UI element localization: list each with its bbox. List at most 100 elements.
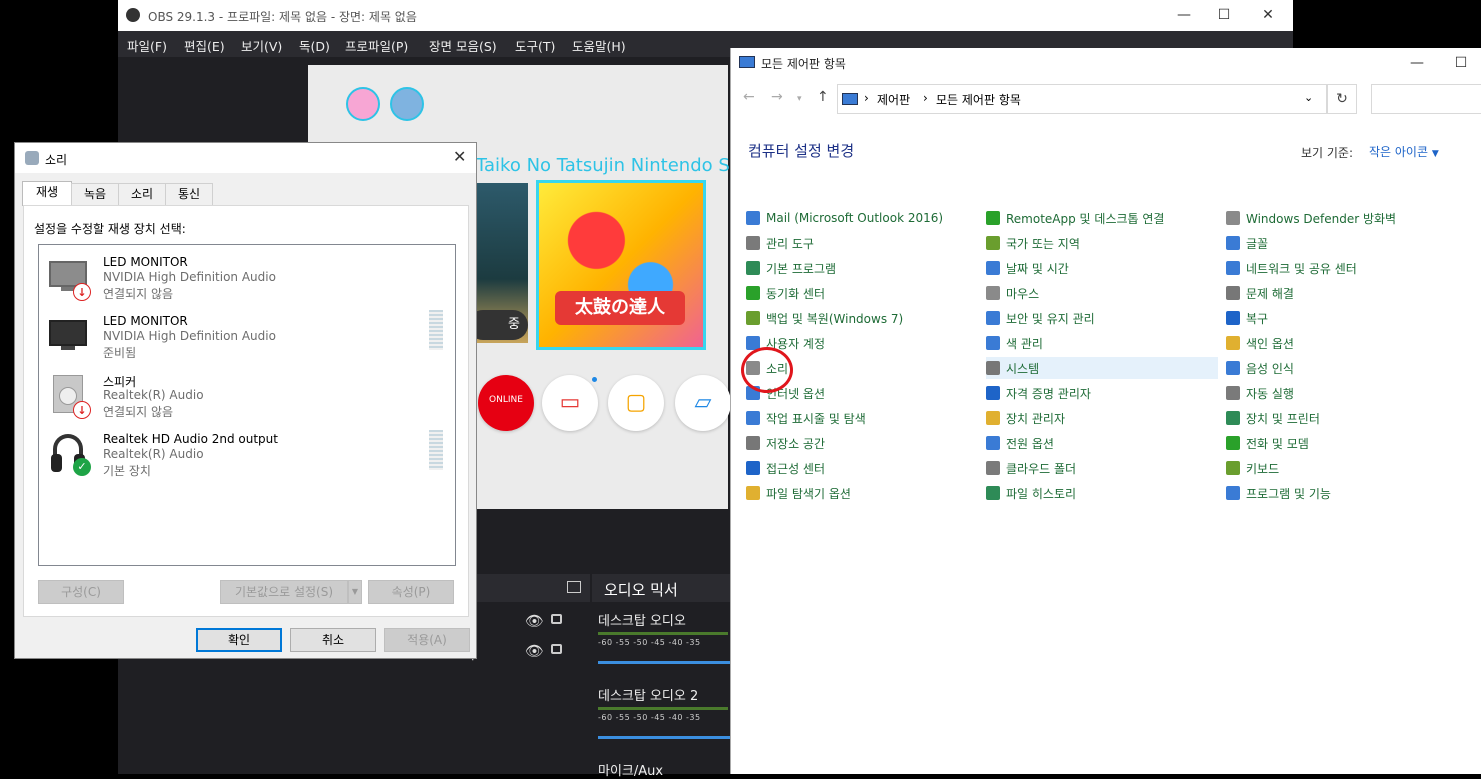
menu-tools[interactable]: 도구(T) xyxy=(515,36,555,55)
cp-item[interactable]: 글꼴 xyxy=(1226,232,1268,254)
maximize-icon[interactable]: ☐ xyxy=(1451,54,1471,72)
forward-arrow-icon[interactable]: → xyxy=(771,89,783,105)
cp-item[interactable]: Windows Defender 방화벽 xyxy=(1226,207,1396,229)
lock-icon[interactable] xyxy=(551,644,562,654)
cp-item[interactable]: 음성 인식 xyxy=(1226,357,1294,379)
cancel-button[interactable]: 취소 xyxy=(290,628,376,652)
configure-button[interactable]: 구성(C) xyxy=(38,580,124,604)
cp-item-icon xyxy=(1226,361,1240,375)
cp-item[interactable]: RemoteApp 및 데스크톱 연결 xyxy=(986,207,1164,229)
device-name: Realtek HD Audio 2nd output xyxy=(103,432,278,446)
cp-item-icon xyxy=(986,486,1000,500)
visibility-eye-icon[interactable]: 👁 xyxy=(525,642,544,660)
undock-icon[interactable] xyxy=(567,581,581,593)
visibility-eye-icon[interactable]: 👁 xyxy=(525,612,544,630)
menu-dock[interactable]: 독(D) xyxy=(299,36,330,55)
tab-communications[interactable]: 통신 xyxy=(165,183,213,205)
cp-item-label: 저장소 공간 xyxy=(766,436,826,451)
chevron-down-icon[interactable]: ▼ xyxy=(348,580,362,604)
cp-item-icon xyxy=(986,236,1000,250)
cp-item[interactable]: 색인 옵션 xyxy=(1226,332,1294,354)
cp-item-icon xyxy=(1226,411,1240,425)
address-bar[interactable]: › 제어판 › 모든 제어판 항목 ⌄ xyxy=(837,84,1327,114)
maximize-icon[interactable]: ☐ xyxy=(1214,6,1234,24)
cp-item[interactable]: 저장소 공간 xyxy=(746,432,825,454)
cp-item[interactable]: 네트워크 및 공유 센터 xyxy=(1226,257,1357,279)
cp-item[interactable]: 장치 관리자 xyxy=(986,407,1065,429)
cp-item[interactable]: 보안 및 유지 관리 xyxy=(986,307,1095,329)
cp-item[interactable]: 시스템 xyxy=(986,357,1218,379)
refresh-icon[interactable]: ↻ xyxy=(1327,84,1357,114)
cp-item-icon xyxy=(746,286,760,300)
menu-file[interactable]: 파일(F) xyxy=(127,36,167,55)
cp-item[interactable]: 색 관리 xyxy=(986,332,1043,354)
cp-item-icon xyxy=(986,386,1000,400)
ok-button[interactable]: 확인 xyxy=(196,628,282,652)
cp-item[interactable]: Mail (Microsoft Outlook 2016) xyxy=(746,207,943,229)
cp-item[interactable]: 전화 및 모뎀 xyxy=(1226,432,1309,454)
apply-button[interactable]: 적용(A) xyxy=(384,628,470,652)
close-icon[interactable]: ✕ xyxy=(453,147,466,166)
device-list[interactable]: ↓ LED MONITOR NVIDIA High Definition Aud… xyxy=(38,244,456,566)
breadcrumb-all-items[interactable]: 모든 제어판 항목 xyxy=(936,91,1021,108)
search-input[interactable] xyxy=(1371,84,1481,114)
volume-slider[interactable] xyxy=(598,736,730,739)
cp-item[interactable]: 날짜 및 시간 xyxy=(986,257,1069,279)
cp-item-label: 네트워크 및 공유 센터 xyxy=(1246,261,1357,276)
breadcrumb-control-panel[interactable]: 제어판 xyxy=(877,91,910,108)
cp-item[interactable]: 기본 프로그램 xyxy=(746,257,836,279)
page-title: 컴퓨터 설정 변경 xyxy=(748,142,855,160)
back-arrow-icon[interactable]: ← xyxy=(743,89,755,105)
menu-profile[interactable]: 프로파일(P) xyxy=(345,36,408,55)
cp-item[interactable]: 프로그램 및 기능 xyxy=(1226,482,1331,504)
cp-window-title: 모든 제어판 항목 xyxy=(761,57,846,71)
cp-item-icon xyxy=(1226,486,1240,500)
tab-sounds[interactable]: 소리 xyxy=(118,183,166,205)
cp-item[interactable]: 문제 해결 xyxy=(1226,282,1294,304)
view-by-dropdown[interactable]: 작은 아이콘 ▼ xyxy=(1369,143,1439,160)
sound-dialog: 소리 ✕ 재생 녹음 소리 통신 설정을 수정할 재생 장치 선택: ↓ LED… xyxy=(14,142,477,659)
cp-item[interactable]: 자동 실행 xyxy=(1226,382,1294,404)
menu-edit[interactable]: 편집(E) xyxy=(184,36,225,55)
cp-item[interactable]: 키보드 xyxy=(1226,457,1279,479)
level-meter xyxy=(429,310,443,350)
minimize-icon[interactable]: — xyxy=(1174,6,1194,24)
cp-item[interactable]: 자격 증명 관리자 xyxy=(986,382,1091,404)
cp-item[interactable]: 파일 탐색기 옵션 xyxy=(746,482,851,504)
cp-item[interactable]: 국가 또는 지역 xyxy=(986,232,1080,254)
chevron-down-icon[interactable]: ⌄ xyxy=(1304,91,1313,104)
menu-scene-collection[interactable]: 장면 모음(S) xyxy=(429,36,497,55)
cp-item-icon xyxy=(1226,311,1240,325)
cp-item[interactable]: 작업 표시줄 및 탐색 xyxy=(746,407,866,429)
cp-item[interactable]: 클라우드 폴더 xyxy=(986,457,1076,479)
cp-item[interactable]: 복구 xyxy=(1226,307,1268,329)
cp-item[interactable]: 동기화 센터 xyxy=(746,282,825,304)
menu-view[interactable]: 보기(V) xyxy=(241,36,282,55)
device-item[interactable]: ↓ 스피커 Realtek(R) Audio 연결되지 않음 xyxy=(39,365,455,423)
device-item[interactable]: ✓ Realtek HD Audio 2nd output Realtek(R)… xyxy=(39,424,455,482)
volume-slider[interactable] xyxy=(598,661,730,664)
cp-item[interactable]: 전원 옵션 xyxy=(986,432,1054,454)
cp-item-label: 관리 도구 xyxy=(766,236,814,251)
recent-chevron-icon[interactable]: ▾ xyxy=(797,94,802,104)
up-arrow-icon[interactable]: ↑ xyxy=(817,89,829,105)
lock-icon[interactable] xyxy=(551,614,562,624)
cp-item-label: 전원 옵션 xyxy=(1006,436,1054,451)
cp-item[interactable]: 마우스 xyxy=(986,282,1039,304)
close-icon[interactable]: ✕ xyxy=(1258,6,1278,24)
cp-item[interactable]: 관리 도구 xyxy=(746,232,814,254)
properties-button[interactable]: 속성(P) xyxy=(368,580,454,604)
cp-item[interactable]: 파일 히스토리 xyxy=(986,482,1076,504)
set-default-button[interactable]: 기본값으로 설정(S) xyxy=(220,580,348,604)
device-item[interactable]: ↓ LED MONITOR NVIDIA High Definition Aud… xyxy=(39,247,455,305)
online-label: ONLINE xyxy=(489,395,523,405)
cp-item[interactable]: 백업 및 복원(Windows 7) xyxy=(746,307,903,329)
tab-recording[interactable]: 녹음 xyxy=(71,183,119,205)
tab-playback[interactable]: 재생 xyxy=(22,181,72,206)
cp-item[interactable]: 접근성 센터 xyxy=(746,457,825,479)
cp-item[interactable]: 장치 및 프린터 xyxy=(1226,407,1320,429)
device-status: 준비됨 xyxy=(103,346,137,360)
device-item[interactable]: LED MONITOR NVIDIA High Definition Audio… xyxy=(39,306,455,364)
minimize-icon[interactable]: — xyxy=(1407,54,1427,72)
menu-help[interactable]: 도움말(H) xyxy=(572,36,626,55)
